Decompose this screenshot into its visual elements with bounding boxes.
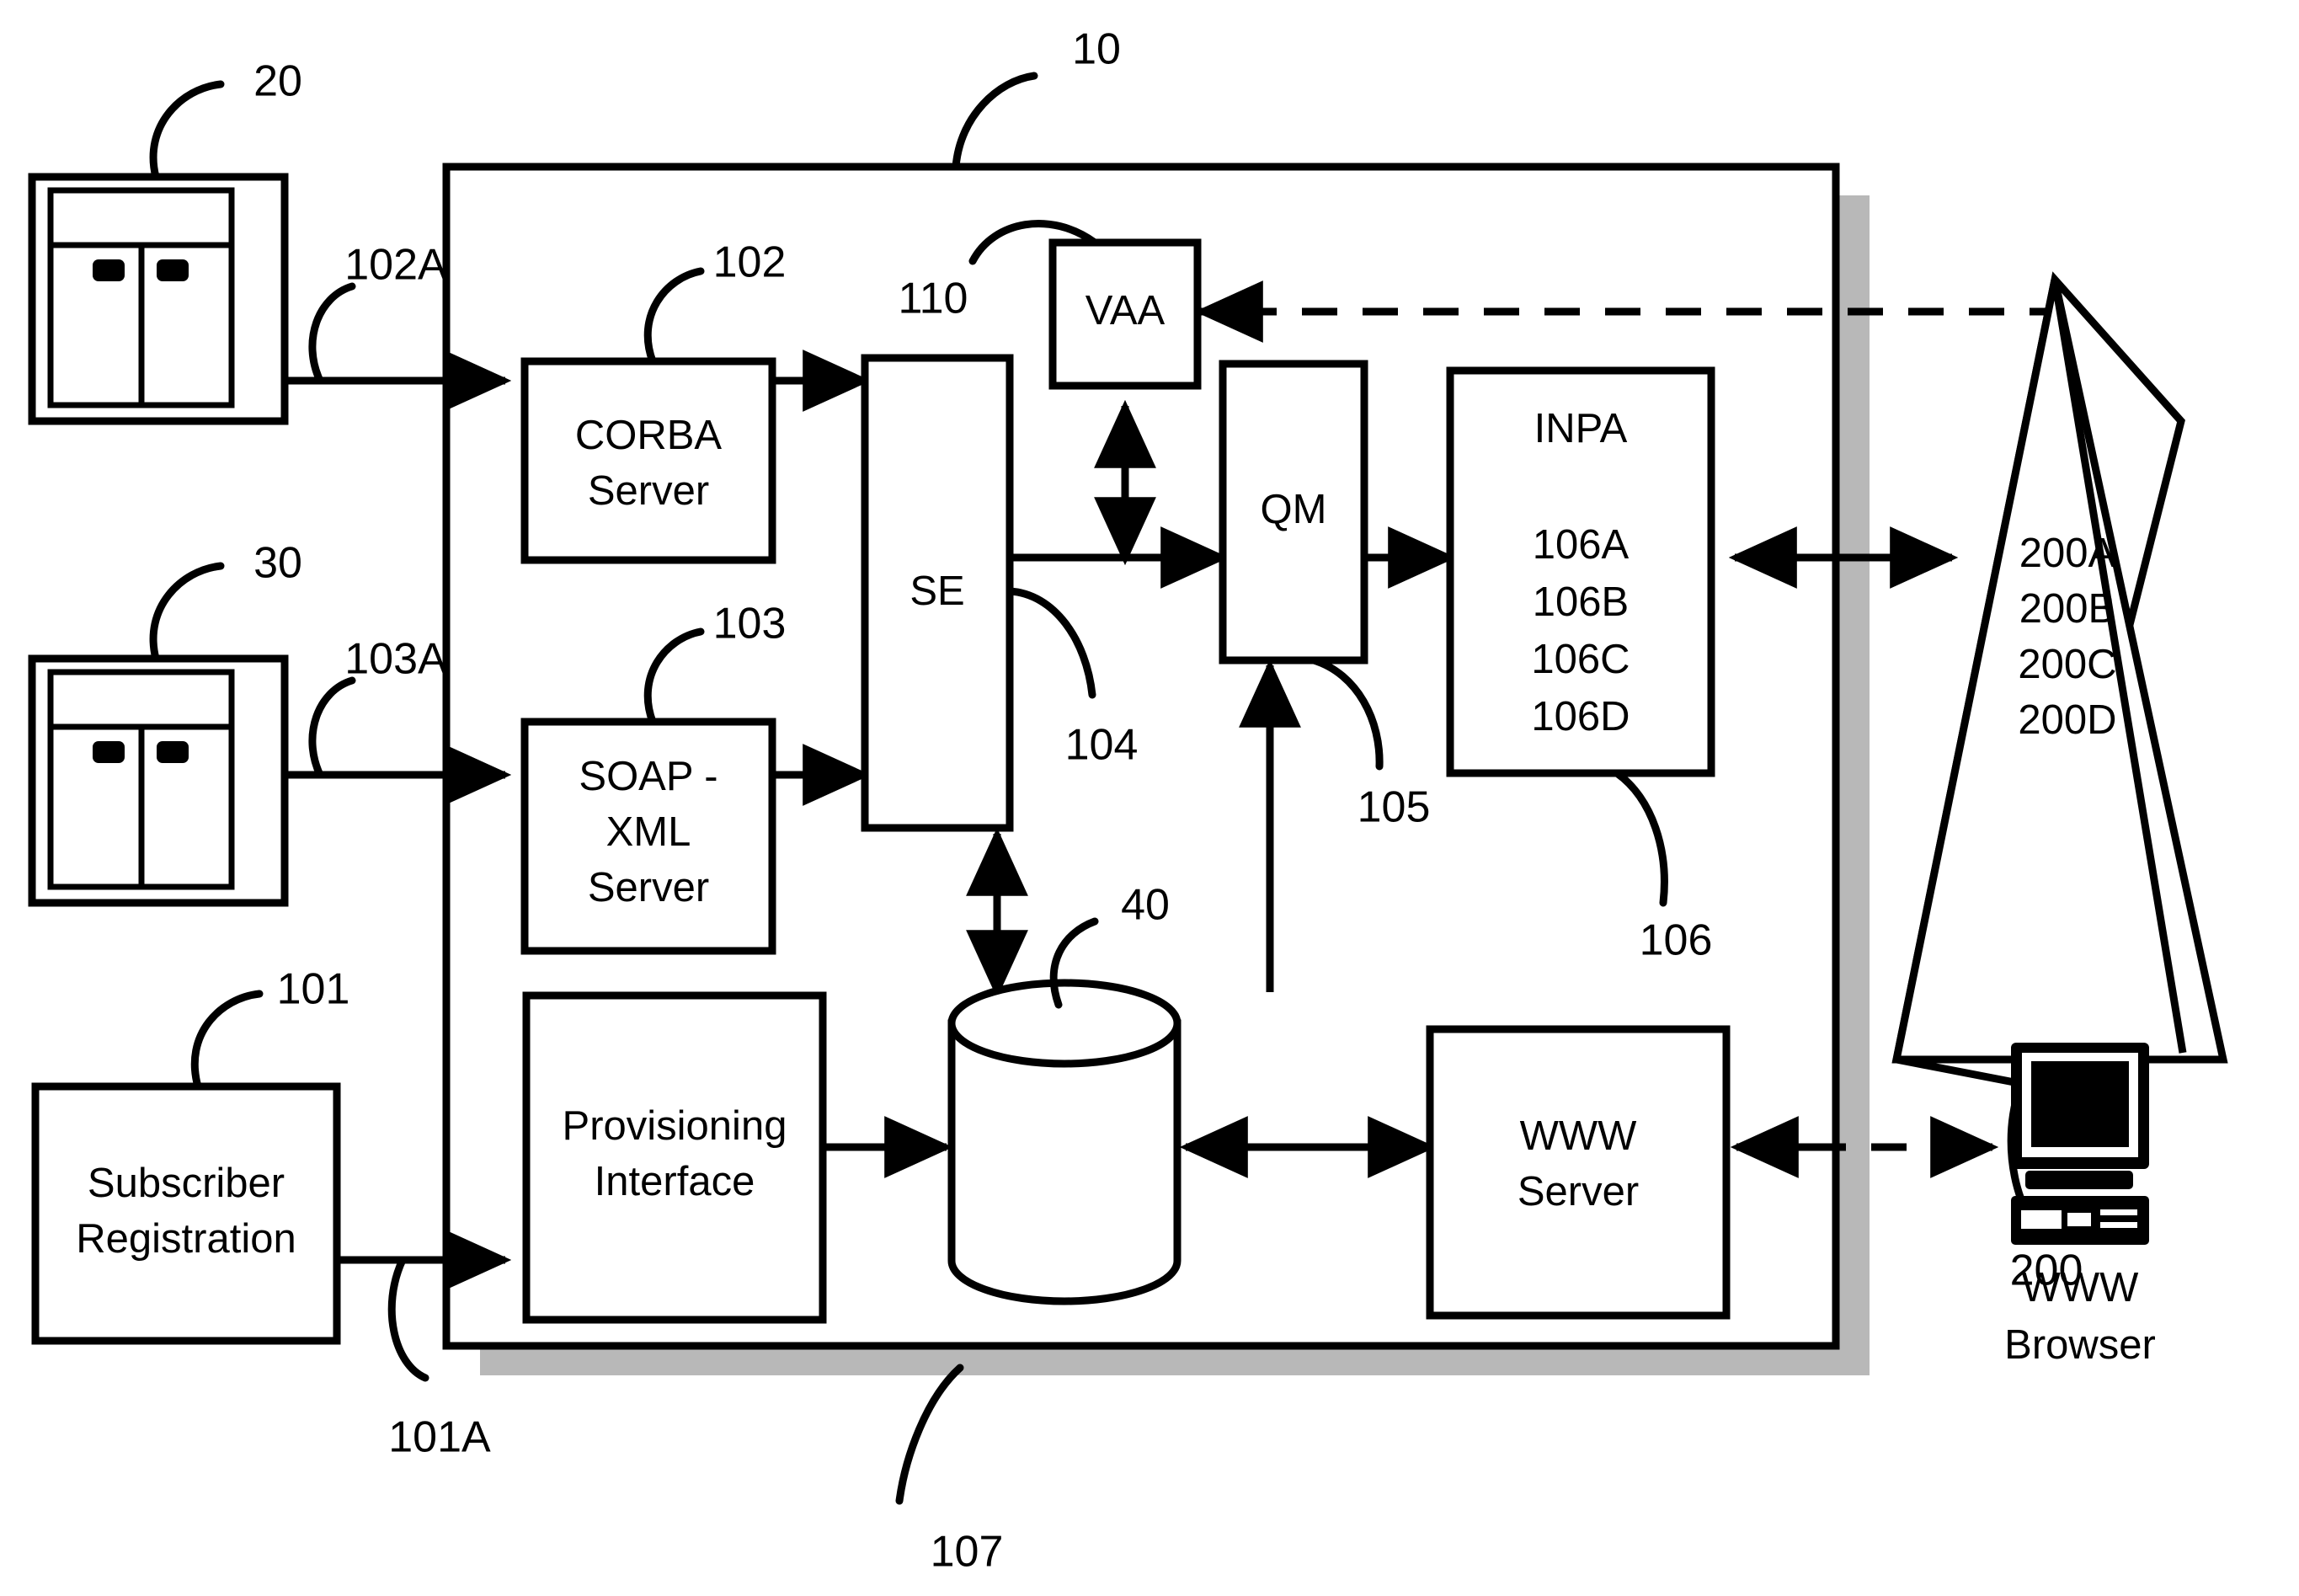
ref-30: 30 [253,539,302,588]
leader-line-103A [308,676,356,779]
ref-104: 104 [1065,721,1139,770]
inpa-item-106A: 106A [1533,522,1630,568]
ref-20: 20 [253,57,302,106]
terminal-icon-30 [28,654,289,907]
pyramid-item-200C: 200C [2018,642,2116,687]
leader-line-30 [149,562,225,663]
leader-line-101A [387,1256,429,1382]
ref-106: 106 [1640,916,1713,965]
soap-label-line2: XML [606,809,691,855]
www-browser-computer-icon [2011,1043,2149,1245]
ref-101A: 101A [388,1413,491,1462]
subscriber-label-line2: Registration [76,1216,296,1262]
ref-105: 105 [1358,783,1431,832]
block-subscriber-registration[interactable] [31,1082,341,1345]
www-server-label-line1: WWW [1520,1113,1637,1159]
soap-label-line1: SOAP - [579,754,717,799]
system-block-diagram: 20 102A 30 103A 101 101A 10 107 102 103 … [28,25,2228,1577]
block-provisioning-interface[interactable] [522,991,827,1324]
block-corba-server[interactable] [520,357,776,564]
inpa-item-106C: 106C [1531,637,1630,682]
ref-107: 107 [931,1528,1004,1577]
ref-110: 110 [899,275,968,323]
vaa-label: VAA [1085,288,1166,334]
inpa-item-106B: 106B [1533,579,1629,625]
corba-label-line1: CORBA [575,413,723,458]
qm-label: QM [1261,487,1327,532]
corba-label-line2: Server [588,468,709,514]
ref-103: 103 [713,600,787,649]
ref-102: 102 [713,238,787,287]
soap-label-line3: Server [588,865,709,910]
provisioning-label-line1: Provisioning [563,1103,787,1149]
www-browser-label-line2: Browser [2004,1322,2156,1368]
ref-40: 40 [1121,881,1170,930]
leader-line-20 [149,80,225,181]
leader-line-102A [308,282,356,385]
ref-101: 101 [277,965,350,1014]
ref-103A: 103A [344,635,447,684]
leader-line-107 [895,1364,964,1505]
provisioning-label-line2: Interface [595,1159,755,1204]
pyramid-item-200D: 200D [2018,697,2116,743]
pyramid-item-200B: 200B [2019,586,2115,632]
ref-102A: 102A [344,241,447,290]
www-server-label-line2: Server [1518,1169,1639,1214]
subscriber-label-line1: Subscriber [88,1161,285,1206]
patent-figure-canvas: 20 102A 30 103A 101 101A 10 107 102 103 … [0,0,2299,1596]
ref-10: 10 [1072,25,1121,74]
se-label: SE [909,568,964,614]
inpa-label: INPA [1534,406,1628,451]
shape-database-40[interactable] [947,979,1182,1305]
www-browser-label-line1: WWW [2022,1265,2139,1310]
leader-line-101 [190,990,264,1091]
inpa-item-106D: 106D [1531,694,1630,739]
pyramid-item-200A: 200A [2019,531,2116,576]
leader-line-10 [952,72,1038,171]
terminal-icon-20 [28,173,289,425]
